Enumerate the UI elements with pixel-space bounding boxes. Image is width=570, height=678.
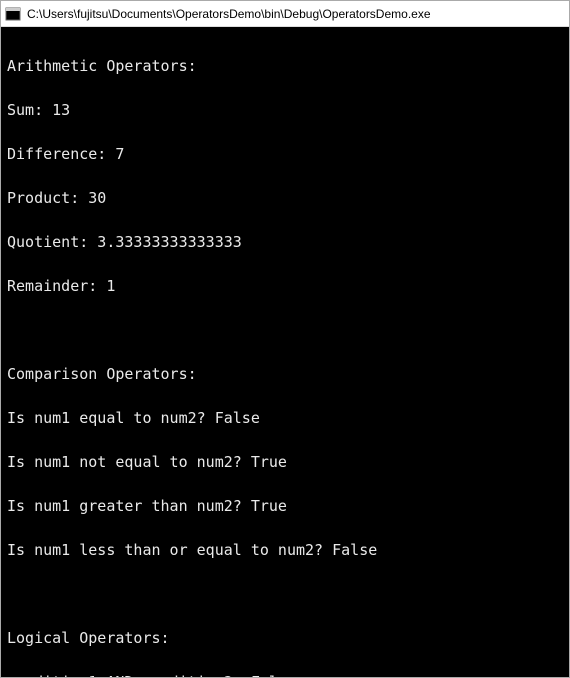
blank-line bbox=[7, 583, 563, 605]
titlebar[interactable]: C:\Users\fujitsu\Documents\OperatorsDemo… bbox=[1, 1, 569, 27]
blank-line bbox=[7, 319, 563, 341]
comparison-gt: Is num1 greater than num2? True bbox=[7, 495, 563, 517]
comparison-neq: Is num1 not equal to num2? True bbox=[7, 451, 563, 473]
arithmetic-quotient: Quotient: 3.33333333333333 bbox=[7, 231, 563, 253]
app-icon bbox=[5, 6, 21, 22]
arithmetic-product: Product: 30 bbox=[7, 187, 563, 209]
arithmetic-header: Arithmetic Operators: bbox=[7, 55, 563, 77]
logical-and: condition1 AND condition2: False bbox=[7, 671, 563, 677]
logical-header: Logical Operators: bbox=[7, 627, 563, 649]
comparison-header: Comparison Operators: bbox=[7, 363, 563, 385]
arithmetic-difference: Difference: 7 bbox=[7, 143, 563, 165]
console-output[interactable]: Arithmetic Operators: Sum: 13 Difference… bbox=[1, 27, 569, 677]
window-title: C:\Users\fujitsu\Documents\OperatorsDemo… bbox=[27, 7, 431, 21]
arithmetic-remainder: Remainder: 1 bbox=[7, 275, 563, 297]
arithmetic-sum: Sum: 13 bbox=[7, 99, 563, 121]
console-window: C:\Users\fujitsu\Documents\OperatorsDemo… bbox=[0, 0, 570, 678]
comparison-eq: Is num1 equal to num2? False bbox=[7, 407, 563, 429]
comparison-lte: Is num1 less than or equal to num2? Fals… bbox=[7, 539, 563, 561]
